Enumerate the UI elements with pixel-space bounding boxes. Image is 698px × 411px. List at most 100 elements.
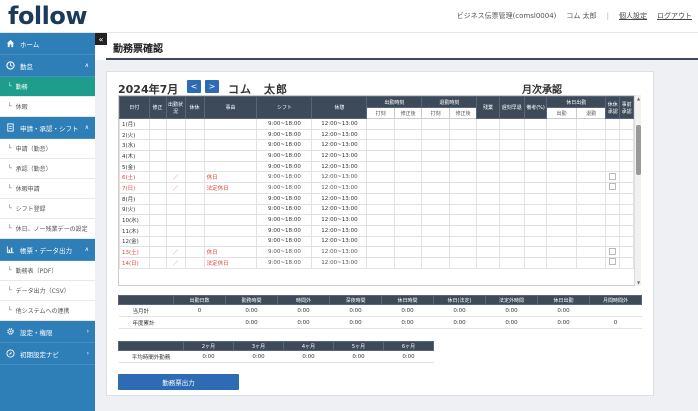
cell-date: 8(月)	[119, 192, 150, 205]
cell-mark: ／	[165, 182, 186, 194]
overtime-header: 5ヶ月	[333, 341, 384, 351]
sidebar-sub-leave[interactable]: └ 休暇	[0, 97, 95, 117]
sidebar-sub-shift[interactable]: └ シフト登録	[0, 199, 95, 219]
cell-empty	[523, 224, 548, 237]
table-row[interactable]: 8(月) 9:00~18:00 12:00~13:00	[119, 192, 634, 205]
summary-header: 時間外	[277, 295, 330, 305]
cell-empty	[366, 128, 395, 141]
sidebar-sub-approve-attendance[interactable]: └ 承認（勤怠）	[0, 159, 95, 179]
cell-empty	[366, 171, 395, 184]
cell-empty	[184, 171, 205, 184]
table-row[interactable]: 5(金) 9:00~18:00 12:00~13:00	[119, 160, 634, 173]
sidebar-item-navi[interactable]: 初期設定ナビ ›	[0, 343, 95, 365]
cell-empty	[366, 192, 395, 205]
scrollbar-thumb[interactable]	[636, 125, 641, 175]
corner-icon: └	[8, 145, 12, 152]
prev-month-button[interactable]: <	[187, 80, 201, 93]
sidebar-collapse-button[interactable]: «	[95, 33, 107, 45]
cell-empty	[575, 192, 607, 205]
summary-row: 年度累計 0:00 0:00 0:00 0:00 0:00 0:00 0:00 0	[118, 316, 642, 329]
scroll-up-icon[interactable]: ▲	[635, 96, 642, 101]
timesheet-output-button[interactable]: 勤務票出力	[118, 374, 239, 390]
sidebar-item-label: 申請・承認・シフト	[20, 124, 79, 133]
attendance-table-wrapper[interactable]: 日付 修正 出勤状況 休休 事由 シフト 休憩 出勤時刻 退勤時刻 残業 遅刻早…	[118, 95, 641, 286]
cell-empty	[393, 203, 423, 216]
sidebar-sub-csv[interactable]: └ データ出力（CSV）	[0, 281, 95, 301]
cell-empty	[523, 203, 548, 216]
table-row[interactable]: 10(水) 9:00~18:00 12:00~13:00	[119, 214, 634, 226]
cell-empty	[523, 128, 548, 141]
table-row[interactable]: 12(金) 9:00~18:00 12:00~13:00	[119, 235, 634, 248]
cell-empty	[476, 118, 500, 130]
summary-header: 月間時間外	[589, 295, 642, 305]
cell-empty	[523, 182, 548, 194]
cell-empty	[366, 224, 395, 237]
sidebar-item-attendance[interactable]: 勤怠 ∧	[0, 55, 95, 77]
summary-cell: 0:00	[485, 316, 538, 329]
cell-empty	[421, 214, 450, 226]
sidebar-item-settings[interactable]: 設定・権限 ›	[0, 321, 95, 343]
cell-shift: 9:00~18:00	[256, 224, 313, 237]
table-row[interactable]: 14(日) ／ 法定休日 9:00~18:00 12:00~13:00	[119, 256, 634, 269]
scroll-down-icon[interactable]: ▼	[635, 280, 642, 285]
chevron-right-icon: >	[208, 82, 216, 91]
table-row[interactable]: 3(水) 9:00~18:00 12:00~13:00	[119, 139, 634, 152]
cell-date: 14(日)	[119, 256, 150, 269]
cell-reason	[203, 224, 258, 237]
overtime-cell: 0:00	[283, 350, 334, 363]
summary-cell: 0:00	[329, 316, 382, 329]
subcol-out-stamp: 打刻	[421, 107, 450, 119]
cell-empty	[393, 192, 423, 205]
gear-icon	[6, 327, 15, 336]
sidebar: ホーム 勤怠 ∧ └ 勤務 └ 休暇 申請・承認・シフト ∧ └ 申請（勤怠） …	[0, 33, 95, 411]
cell-mark	[165, 203, 186, 216]
table-row[interactable]: 13(土) ／ 休日 9:00~18:00 12:00~13:00	[119, 246, 634, 258]
cell-empty	[366, 139, 395, 152]
table-row[interactable]: 1(月) 9:00~18:00 12:00~13:00	[119, 118, 634, 130]
monthly-approval-label: 月次承認	[522, 85, 562, 96]
sidebar-item-home[interactable]: ホーム	[0, 33, 95, 55]
cell-break: 12:00~13:00	[311, 203, 368, 216]
cell-empty	[498, 246, 525, 258]
cell-mark: ／	[165, 171, 186, 184]
table-row[interactable]: 11(木) 9:00~18:00 12:00~13:00	[119, 224, 634, 237]
table-row[interactable]: 7(日) ／ 法定休日 9:00~18:00 12:00~13:00	[119, 182, 634, 194]
table-row[interactable]: 4(木) 9:00~18:00 12:00~13:00	[119, 150, 634, 162]
table-row[interactable]: 9(火) 9:00~18:00 12:00~13:00	[119, 203, 634, 216]
sidebar-sub-leave-apply[interactable]: └ 休暇申請	[0, 179, 95, 199]
table-row[interactable]: 6(土) ／ 休日 9:00~18:00 12:00~13:00	[119, 171, 634, 184]
table-scrollbar[interactable]: ▲ ▼	[634, 95, 641, 286]
sidebar-item-output[interactable]: 帳票・データ出力 ∧	[0, 239, 95, 261]
cell-empty	[148, 150, 167, 162]
next-month-button[interactable]: >	[205, 80, 219, 93]
cell-empty	[546, 160, 577, 173]
cell-empty	[184, 214, 205, 226]
cell-empty	[619, 128, 634, 141]
cell-reason: 法定休日	[203, 256, 258, 269]
cell-empty	[476, 150, 500, 162]
sidebar-sub-work[interactable]: └ 勤務	[0, 77, 95, 97]
approval-checkbox[interactable]	[609, 258, 617, 266]
chevron-up-icon: ∧	[84, 124, 89, 131]
overtime-cell: 0:00	[383, 350, 434, 363]
cell-empty	[148, 224, 167, 237]
sidebar-sub-apply-attendance[interactable]: └ 申請（勤怠）	[0, 139, 95, 159]
approval-checkbox[interactable]	[609, 247, 617, 255]
cell-empty	[498, 203, 525, 216]
table-row[interactable]: 2(火) 9:00~18:00 12:00~13:00	[119, 128, 634, 141]
sidebar-sub-pdf[interactable]: └ 勤務表（PDF）	[0, 261, 95, 281]
cell-empty	[575, 128, 607, 141]
cell-reason	[203, 235, 258, 248]
cell-empty	[366, 246, 395, 258]
summary-cell: 0:00	[381, 316, 434, 329]
settings-link[interactable]: 個人設定	[619, 11, 647, 21]
approval-checkbox[interactable]	[609, 172, 617, 180]
logo[interactable]: follow	[8, 2, 88, 30]
cell-empty	[619, 160, 634, 173]
approval-checkbox[interactable]	[609, 183, 617, 191]
sidebar-sub-holiday-setting[interactable]: └ 休日、ノー残業デーの設定	[0, 219, 95, 239]
sidebar-item-apply[interactable]: 申請・承認・シフト ∧	[0, 117, 95, 139]
sidebar-sub-integration[interactable]: └ 他システムへの連携	[0, 301, 95, 321]
logout-link[interactable]: ログアウト	[657, 11, 692, 21]
cell-leave-approval	[605, 235, 621, 248]
